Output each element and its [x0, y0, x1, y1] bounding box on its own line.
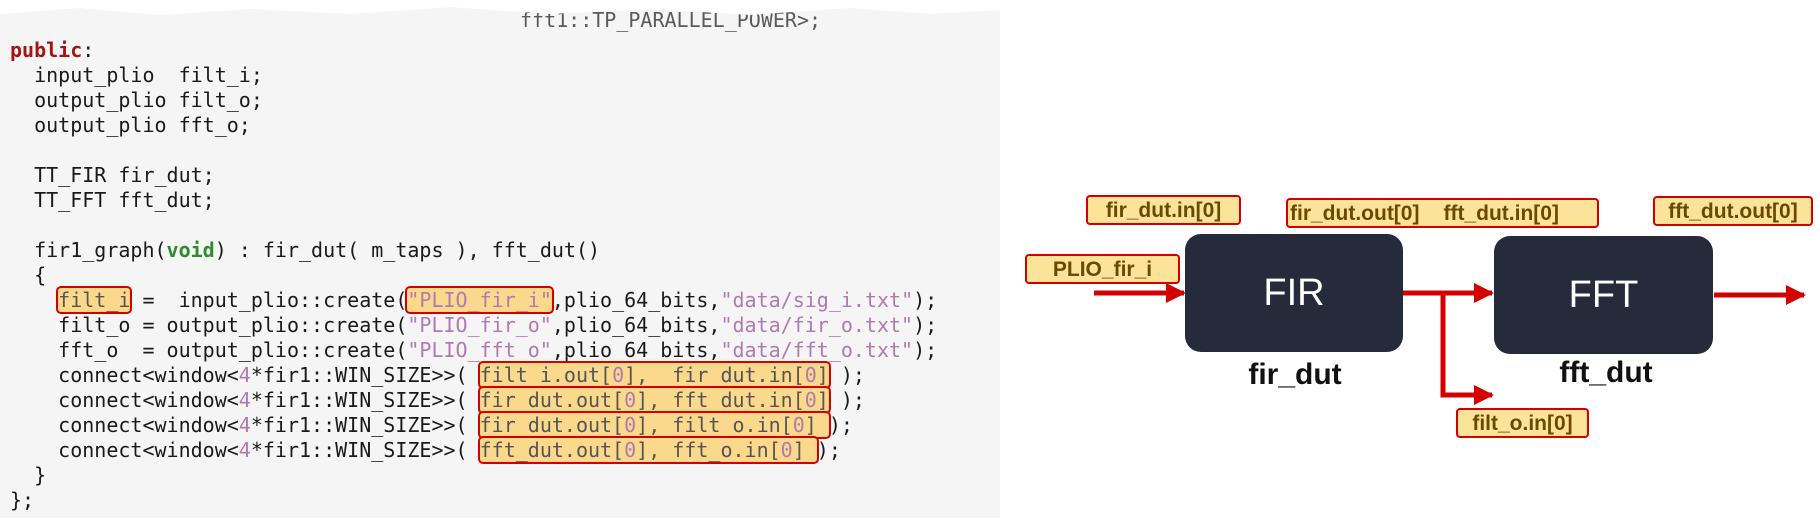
connect-a: connect<window< [10, 388, 239, 412]
code-line-connect-4: connect<window<4*fir1::WIN_SIZE>>( fft_d… [10, 436, 841, 464]
file-string: "data/fir_o.txt" [720, 313, 914, 337]
arrow-fir-to-filt-o [1440, 293, 1494, 405]
c4-a: fft_dut.out[ [479, 438, 625, 462]
code-line-create-filt-i: filt_i = input_plio::create("PLIO_fir_i"… [10, 286, 938, 314]
code-line-connect-2: connect<window<4*fir1::WIN_SIZE>>( fir_d… [10, 386, 865, 414]
code-line-decl-filt-o: output_plio filt_o; [10, 88, 263, 112]
c4-b: ], fft_o.in[ [636, 438, 781, 462]
label-filt-o-in: filt_o.in[0] [1456, 408, 1589, 438]
zero: 0 [612, 363, 625, 387]
create-call: = input_plio::create( [130, 288, 408, 312]
code-cut-line: fft1::TP_PARALLEL_POWER>; [520, 8, 822, 32]
c3-a: fir_dut.out[ [479, 413, 625, 437]
highlight-connect-2: fir_dut.out[0], fft_dut.in[0] [477, 386, 831, 414]
c2-b: ], fft_dut.in[ [636, 388, 805, 412]
c2-c: ] [816, 388, 829, 412]
c1-b: ], fir_dut.in[ [624, 363, 805, 387]
code-line-open-brace: { [10, 263, 47, 287]
zero: 0 [792, 413, 805, 437]
code-line-decl-filt-i: input_plio filt_i; [10, 63, 263, 87]
line-end: ); [913, 313, 938, 337]
connect-four: 4 [238, 413, 251, 437]
connect-b: *fir1::WIN_SIZE>>( [250, 413, 480, 437]
label-fft-out: fft_dut.out[0] [1653, 196, 1813, 226]
connect-four: 4 [238, 363, 251, 387]
plio-bits: ,plio_64_bits, [551, 338, 721, 362]
c1-a: filt_i.out[ [479, 363, 613, 387]
create-call: fft_o = output_plio::create( [10, 338, 408, 362]
highlight-connect-1: filt_i.out[0], fir_dut.in[0] [477, 361, 831, 389]
keyword-public: public [10, 38, 83, 62]
dataflow-diagram: fir_dut.in[0] fir_dut.out[0] fft_dut.in[0… [1000, 0, 1820, 523]
file-string: "data/fft_o.txt" [720, 338, 914, 362]
code-line-decl-fft: TT_FFT fft_dut; [10, 188, 215, 212]
connect-a: connect<window< [10, 413, 239, 437]
line-end: ); [828, 413, 853, 437]
caption-fft-dut: fft_dut [1559, 356, 1653, 389]
plio-name-string: "PLIO_fft_o" [407, 338, 552, 362]
connect-a: connect<window< [10, 438, 239, 462]
zero: 0 [624, 438, 637, 462]
connect-b: *fir1::WIN_SIZE>>( [250, 363, 480, 387]
code-line-constructor: fir1_graph(void) : fir_dut( m_taps ), ff… [10, 238, 600, 263]
line-end: ); [816, 438, 841, 462]
highlight-filt-i: filt_i [56, 286, 133, 314]
c2-a: fir_dut.out[ [479, 388, 625, 412]
label-plio-fir-i: PLIO_fir_i [1025, 254, 1180, 284]
line-end: ); [913, 338, 938, 362]
plio-bits: ,plio_64_bits, [551, 313, 721, 337]
connect-four: 4 [238, 438, 251, 462]
connect-four: 4 [238, 388, 251, 412]
highlight-plio-name: "PLIO_fir_i" [407, 288, 552, 312]
line-end: ); [913, 288, 938, 312]
code-line-connect-1: connect<window<4*fir1::WIN_SIZE>>( filt_… [10, 361, 865, 389]
label-fft-in: fft_dut.in[0] [1443, 202, 1559, 225]
code-line-decl-fft-o: output_plio fft_o; [10, 113, 251, 137]
create-call: filt_o = output_plio::create( [10, 313, 408, 337]
keyword-void: void [166, 238, 215, 262]
c4-c: ] [792, 438, 817, 462]
connect-a: connect<window< [10, 363, 239, 387]
label-fir-out-fft-in: fir_dut.out[0] fft_dut.in[0] [1286, 198, 1599, 228]
c1-c: ] [816, 363, 829, 387]
connect-b: *fir1::WIN_SIZE>>( [250, 438, 480, 462]
code-line-decl-fir: TT_FIR fir_dut; [10, 163, 215, 187]
line-end: ); [828, 363, 865, 387]
zero: 0 [780, 438, 793, 462]
ctor-post: ) : fir_dut( m_taps ), fft_dut() [214, 238, 601, 262]
code-line-create-filt-o: filt_o = output_plio::create("PLIO_fir_o… [10, 313, 937, 338]
zero: 0 [804, 388, 817, 412]
label-fir-out: fir_dut.out[0] [1290, 202, 1420, 225]
highlight-connect-4: fft_dut.out[0], fft_o.in[0] [477, 436, 819, 464]
ctor-pre: fir1_graph( [10, 238, 167, 262]
code-line-close-brace: } [10, 463, 47, 487]
plio-bits: ,plio_64_bits, [551, 288, 721, 312]
fft-block: FFT [1494, 236, 1713, 354]
plio-name-string: "PLIO_fir_o" [407, 313, 552, 337]
highlight-connect-3: fir_dut.out[0], filt_o.in[0] [477, 411, 831, 439]
zero: 0 [804, 363, 817, 387]
zero: 0 [624, 388, 637, 412]
fir-block: FIR [1185, 234, 1403, 352]
code-line-public: public: [10, 38, 94, 63]
code-line-end: }; [10, 488, 35, 512]
connect-b: *fir1::WIN_SIZE>>( [250, 388, 480, 412]
code-panel: fft1::TP_PARALLEL_POWER>; public: input_… [0, 7, 1000, 518]
code-line-create-fft-o: fft_o = output_plio::create("PLIO_fft_o"… [10, 338, 937, 363]
c3-c: ] [804, 413, 829, 437]
file-string: "data/sig_i.txt" [720, 288, 914, 312]
c3-b: ], filt_o.in[ [636, 413, 793, 437]
colon: : [82, 38, 95, 62]
label-fir-in: fir_dut.in[0] [1086, 195, 1241, 225]
line-end: ); [828, 388, 865, 412]
caption-fir-dut: fir_dut [1248, 358, 1342, 391]
zero: 0 [624, 413, 637, 437]
code-line-connect-3: connect<window<4*fir1::WIN_SIZE>>( fir_d… [10, 411, 853, 439]
